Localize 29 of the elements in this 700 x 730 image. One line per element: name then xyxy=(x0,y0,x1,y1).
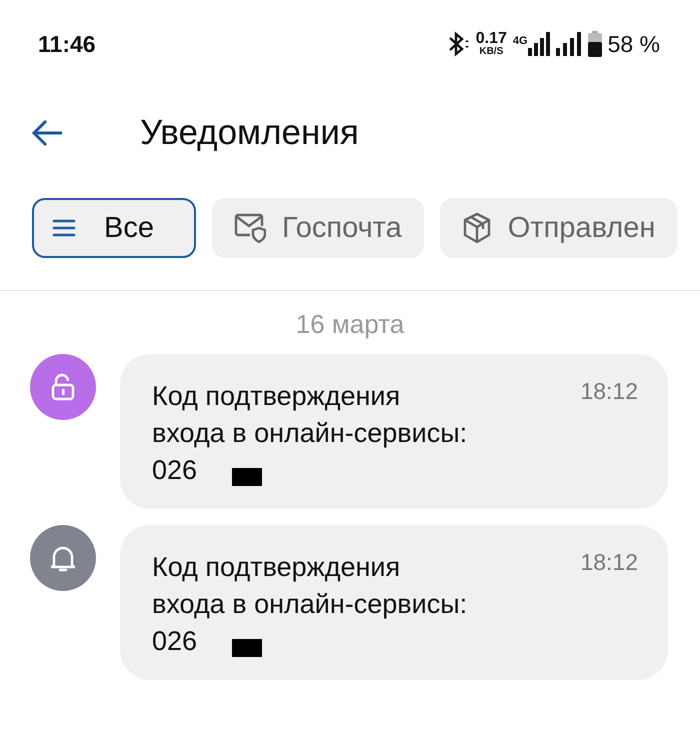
message-time: 18:12 xyxy=(580,549,638,577)
message-text: входа в онлайн-сервисы: xyxy=(152,588,468,621)
message-time: 18:12 xyxy=(580,378,638,406)
bell-icon xyxy=(50,544,76,572)
filter-chip[interactable]: Отправлен xyxy=(440,198,678,258)
signal-icon xyxy=(528,32,550,56)
battery-percent: 58 % xyxy=(608,30,660,58)
message-text: Код подтверждения xyxy=(152,551,402,584)
clock-time: 11:46 xyxy=(38,30,96,58)
message-text: Код подтверждения xyxy=(152,380,402,413)
filter-chip[interactable]: Госпочта xyxy=(212,198,424,258)
unlock-icon xyxy=(51,373,75,401)
message-text: входа в онлайн-сервисы: xyxy=(152,417,468,450)
battery-icon xyxy=(588,31,602,57)
menu-icon xyxy=(52,218,76,238)
box-icon xyxy=(462,212,492,244)
notification-card[interactable]: Код подтверждения входа в онлайн-сервисы: 026 18:12 xyxy=(120,525,668,680)
speed-unit: KB/S xyxy=(479,47,504,57)
mail-shield-icon xyxy=(234,213,266,243)
network-type: 4G xyxy=(512,34,528,46)
network-speed: 0.17 xyxy=(476,31,507,47)
page-title: Уведомления xyxy=(140,113,359,153)
filter-chip[interactable]: Все xyxy=(32,198,196,258)
notification-card[interactable]: Код подтверждения входа в онлайн-сервисы: 026 18:12 xyxy=(120,354,668,509)
message-text: 026 xyxy=(152,625,198,658)
message-text: 026 xyxy=(152,454,198,487)
signal-icon xyxy=(556,32,582,56)
date-label: 16 марта xyxy=(294,309,406,340)
back-arrow-icon[interactable] xyxy=(32,119,64,147)
